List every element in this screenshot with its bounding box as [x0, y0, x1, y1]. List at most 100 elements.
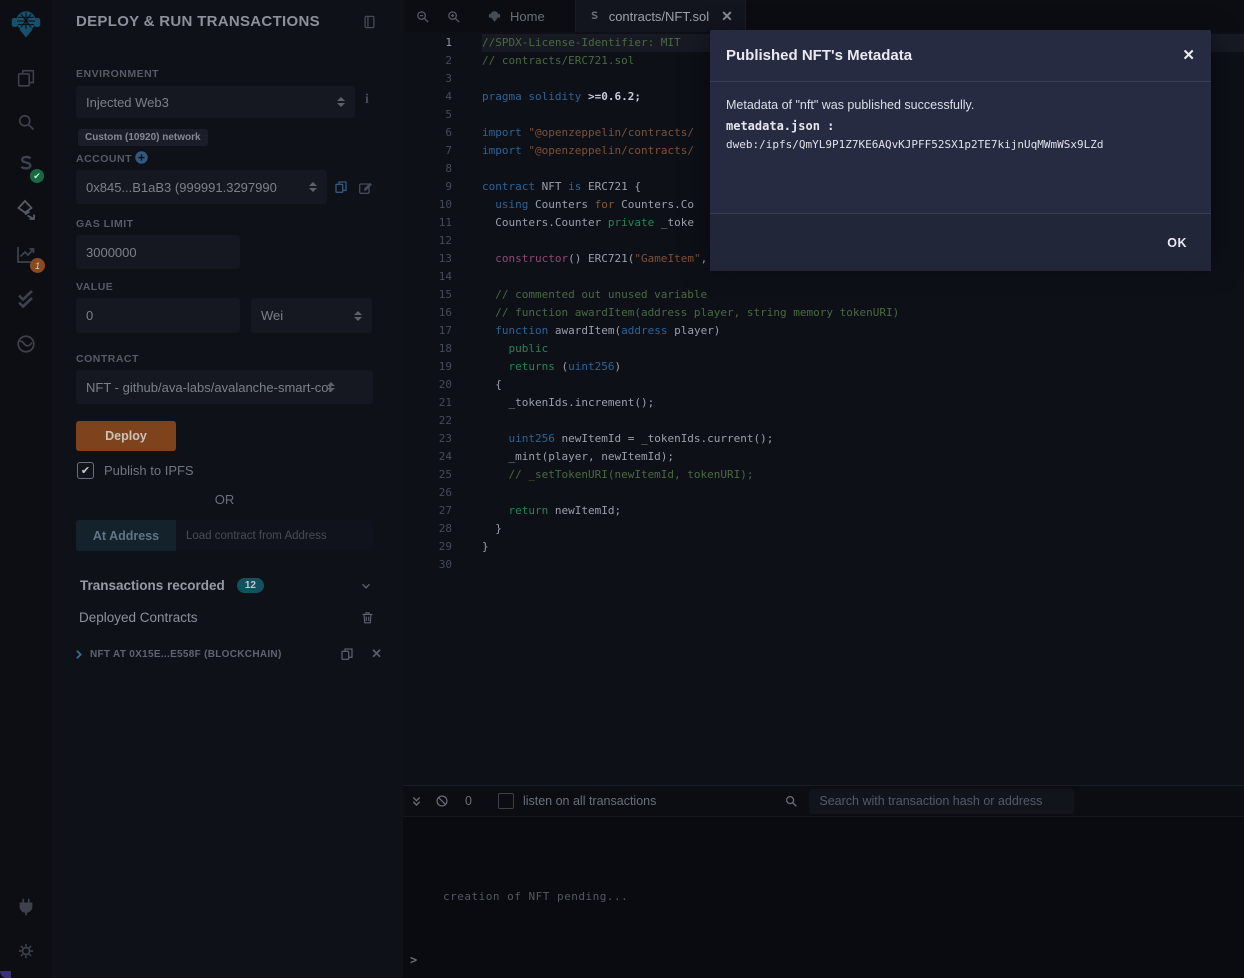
line-number: 15 [403, 286, 452, 304]
value-unit-select[interactable]: Wei [251, 298, 372, 333]
line-number: 1 [403, 34, 452, 52]
zoom-out-icon[interactable] [415, 9, 430, 24]
zoom-in-icon[interactable] [446, 9, 461, 24]
code-text [482, 412, 1244, 430]
line-number: 30 [403, 556, 452, 574]
terminal-prompt: > [410, 953, 417, 967]
line-number: 22 [403, 412, 452, 430]
transactions-chevron-down-icon[interactable] [359, 579, 373, 593]
code-text: function awardItem(address player) [482, 322, 1244, 340]
deployed-item-label[interactable]: NFT AT 0X15E...E558F (BLOCKCHAIN) [90, 649, 282, 660]
tab-contracts-nft-sol[interactable]: contracts/NFT.sol ✕ [575, 0, 746, 32]
deploy-run-panel: DEPLOY & RUN TRANSACTIONS ENVIRONMENT In… [52, 0, 403, 978]
close-tab-icon[interactable]: ✕ [721, 8, 733, 25]
statistics-icon[interactable]: 1 [0, 243, 52, 267]
unit-testing-icon[interactable] [0, 288, 52, 312]
contract-select[interactable]: NFT - github/ava-labs/avalanche-smart-co… [76, 370, 373, 404]
modal-title: Published NFT's Metadata [726, 47, 912, 64]
terminal-output[interactable]: creation of NFT pending... > [403, 817, 1244, 978]
line-number: 11 [403, 214, 452, 232]
select-stepper-icon [337, 97, 345, 107]
code-text: } [482, 538, 1244, 556]
code-text: // function awardItem(address player, st… [482, 304, 1244, 322]
file-explorer-icon[interactable] [0, 67, 52, 89]
code-line: 17 function awardItem(address player) [403, 322, 1244, 340]
copy-contract-icon[interactable] [339, 646, 355, 662]
account-label: ACCOUNT [76, 153, 132, 165]
line-number: 10 [403, 196, 452, 214]
account-select[interactable]: 0x845...B1aB3 (999991.3297990 [76, 170, 327, 204]
line-number: 29 [403, 538, 452, 556]
compile-success-badge: ✔ [30, 169, 44, 183]
deploy-button[interactable]: Deploy [76, 421, 176, 451]
line-number: 8 [403, 160, 452, 178]
tab-home[interactable]: Home [475, 0, 557, 32]
transactions-count-badge: 12 [237, 578, 264, 593]
value-label: VALUE [76, 281, 113, 293]
plugin-manager-icon[interactable] [0, 896, 52, 918]
select-stepper-icon [309, 182, 317, 192]
terminal-collapse-icon[interactable] [410, 795, 423, 808]
sign-message-icon[interactable] [357, 180, 373, 196]
code-line: 22 [403, 412, 1244, 430]
panel-title: DEPLOY & RUN TRANSACTIONS [76, 13, 320, 30]
code-line: 30 [403, 556, 1244, 574]
listen-transactions-label: listen on all transactions [523, 794, 656, 808]
deploy-run-icon[interactable] [0, 198, 52, 222]
line-number: 13 [403, 250, 452, 268]
code-line: 29} [403, 538, 1244, 556]
terminal-search-input[interactable]: Search with transaction hash or address [809, 789, 1074, 814]
at-address-button[interactable]: At Address [76, 520, 176, 551]
publish-ipfs-checkbox[interactable]: ✔ [77, 462, 94, 479]
line-number: 16 [403, 304, 452, 322]
code-text: _tokenIds.increment(); [482, 394, 1244, 412]
line-number: 9 [403, 178, 452, 196]
modal-body: Metadata of "nft" was published successf… [710, 82, 1211, 214]
copy-account-icon[interactable] [333, 179, 349, 195]
line-number: 14 [403, 268, 452, 286]
at-address-input[interactable]: Load contract from Address [176, 520, 373, 551]
settings-icon[interactable] [0, 941, 52, 961]
debugger-icon[interactable] [0, 333, 52, 355]
environment-select[interactable]: Injected Web3 [76, 86, 355, 118]
documentation-icon[interactable] [362, 14, 377, 30]
code-text: uint256 newItemId = _tokenIds.current(); [482, 430, 1244, 448]
modal-ok-button[interactable]: OK [1167, 236, 1187, 250]
or-separator: OR [52, 492, 397, 507]
line-number: 26 [403, 484, 452, 502]
line-number: 3 [403, 70, 452, 88]
code-line: 28 } [403, 520, 1244, 538]
code-line: 26 [403, 484, 1244, 502]
pending-tx-count: 0 [465, 794, 472, 808]
code-line: 16 // function awardItem(address player,… [403, 304, 1244, 322]
published-metadata-modal: Published NFT's Metadata ✕ Metadata of "… [710, 30, 1211, 255]
value-input[interactable]: 0 [76, 298, 240, 333]
remix-logo [0, 6, 52, 42]
icon-rail: ✔ 1 [0, 0, 53, 978]
solidity-compiler-icon[interactable]: ✔ [0, 153, 52, 177]
code-line: 21 _tokenIds.increment(); [403, 394, 1244, 412]
line-number: 23 [403, 430, 452, 448]
remove-contract-icon[interactable]: ✕ [371, 646, 382, 662]
publish-ipfs-label: Publish to IPFS [104, 463, 194, 478]
line-number: 6 [403, 124, 452, 142]
line-number: 28 [403, 520, 452, 538]
line-number: 25 [403, 466, 452, 484]
deployed-item-expand-icon[interactable] [72, 648, 85, 661]
environment-info-icon[interactable]: i [365, 92, 369, 108]
contract-label: CONTRACT [76, 353, 139, 365]
terminal: 0 listen on all transactions Search with… [403, 785, 1244, 978]
create-account-icon[interactable] [134, 150, 149, 165]
clear-console-icon[interactable] [435, 794, 449, 808]
code-line: 25 // _setTokenURI(newItemId, tokenURI); [403, 466, 1244, 484]
code-text: _mint(player, newItemId); [482, 448, 1244, 466]
code-text: } [482, 520, 1244, 538]
gas-limit-label: GAS LIMIT [76, 218, 134, 230]
gas-limit-input[interactable]: 3000000 [76, 235, 240, 269]
listen-transactions-checkbox[interactable] [498, 793, 514, 809]
search-icon[interactable] [0, 112, 52, 132]
code-text: // commented out unused variable [482, 286, 1244, 304]
modal-message: Metadata of "nft" was published successf… [726, 98, 1195, 112]
clear-deployed-trash-icon[interactable] [360, 610, 375, 625]
modal-close-icon[interactable]: ✕ [1182, 48, 1195, 63]
